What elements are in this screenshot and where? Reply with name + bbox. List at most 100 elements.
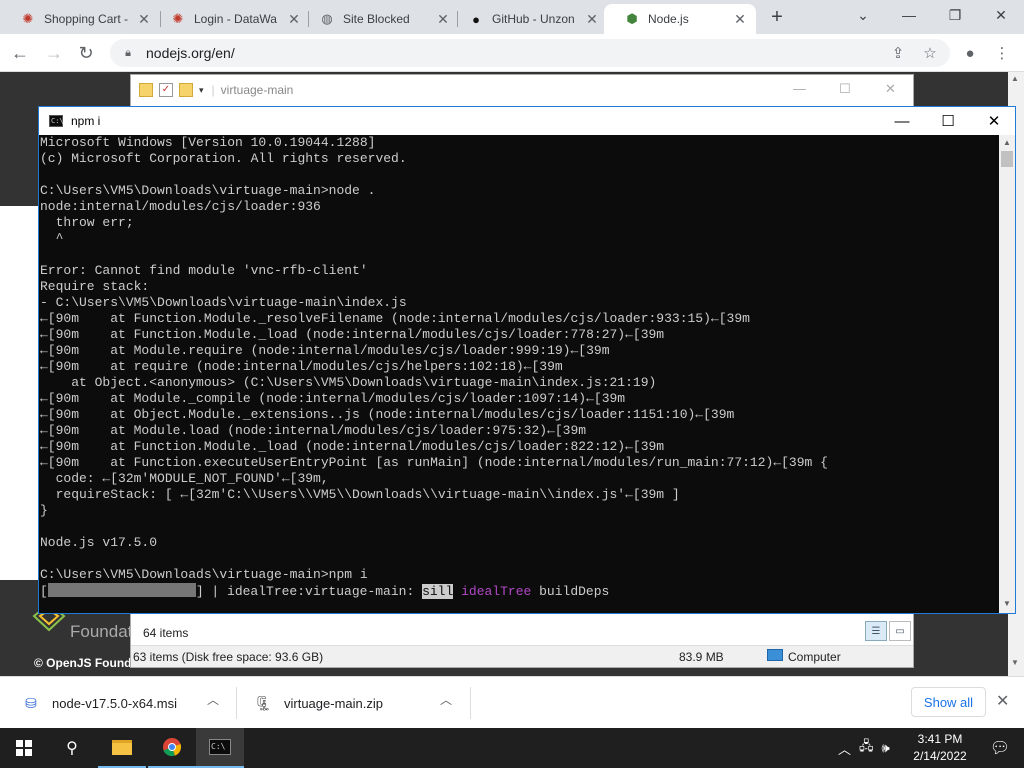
- console-line: throw err;: [40, 215, 134, 230]
- download-separator: [236, 687, 237, 719]
- console-line: ←[90m at Module.require (node:internal/m…: [40, 343, 610, 358]
- console-line: Microsoft Windows [Version 10.0.19044.12…: [40, 135, 376, 150]
- tab-github[interactable]: ● GitHub - Unzon ✕: [448, 4, 608, 34]
- progress-detail: buildDeps: [531, 584, 610, 599]
- explorer-title-bar: ✓ ▾ | virtuage-main — ☐ ✕: [131, 75, 913, 105]
- console-line: ←[90m at Object.Module._extensions..js (…: [40, 407, 735, 422]
- close-tab-icon[interactable]: ✕: [732, 11, 748, 27]
- tab-title: Login - DataWa: [194, 12, 277, 26]
- tab-title: Shopping Cart -: [44, 12, 129, 26]
- menu-kebab-icon[interactable]: ⋮: [990, 41, 1014, 65]
- explorer-close-icon[interactable]: ✕: [885, 81, 896, 97]
- volume-icon[interactable]: 🕪︎: [882, 740, 890, 756]
- start-button[interactable]: [0, 728, 48, 768]
- details-view-icon[interactable]: ☰: [865, 621, 887, 641]
- download-filename[interactable]: node-v17.5.0-x64.msi: [52, 696, 177, 711]
- cmd-icon: C:\: [49, 115, 64, 127]
- download-item-zip[interactable]: 🗜︎ virtuage-main.zip: [254, 687, 383, 719]
- browser-tab-strip: ✺ Shopping Cart - ✕ ✺ Login - DataWa ✕ ◍…: [0, 0, 1024, 34]
- large-icons-view-icon[interactable]: ▭: [889, 621, 911, 641]
- folder-icon: [139, 83, 153, 97]
- notification-icon[interactable]: 💬︎: [976, 728, 1024, 768]
- new-folder-icon[interactable]: [179, 83, 193, 97]
- footer-copyright: © OpenJS Found: [34, 656, 132, 670]
- view-buttons: ☰ ▭: [865, 621, 911, 643]
- tab-search-chevron-icon[interactable]: ⌄: [840, 0, 886, 30]
- tab-nodejs[interactable]: ⬢ Node.js ✕: [604, 4, 756, 34]
- windows-logo-icon: [16, 740, 32, 756]
- tab-login-datawa[interactable]: ✺ Login - DataWa ✕: [150, 4, 310, 34]
- chevron-up-icon[interactable]: ︿: [440, 691, 452, 708]
- console-line: (c) Microsoft Corporation. All rights re…: [40, 151, 407, 166]
- tray-chevron-up-icon[interactable]: ︿: [838, 739, 851, 758]
- system-tray: ︿ 🖧︎ 🕪︎: [838, 728, 890, 768]
- reload-icon[interactable]: ↻: [74, 41, 98, 65]
- progress-stage: idealTree: [461, 584, 532, 599]
- console-scrollbar[interactable]: ▲ ▼: [999, 135, 1015, 613]
- console-line: ←[90m at Function.Module._load (node:int…: [40, 327, 665, 342]
- console-line: code: ←[32m'MODULE_NOT_FOUND'←[39m,: [40, 471, 329, 486]
- items-count: 64 items: [143, 626, 189, 640]
- download-filename[interactable]: virtuage-main.zip: [284, 696, 383, 711]
- zip-archive-icon: 🗜︎: [254, 694, 272, 711]
- address-url[interactable]: nodejs.org/en/: [146, 45, 235, 61]
- forward-arrow-icon[interactable]: →: [42, 41, 66, 65]
- explorer-item-count: 64 items: [131, 621, 913, 645]
- console-scroll-up-icon[interactable]: ▲: [1003, 138, 1011, 147]
- disk-free-text: 63 items (Disk free space: 93.6 GB): [133, 650, 324, 664]
- console-scroll-thumb[interactable]: [1001, 151, 1013, 167]
- console-line: Require stack:: [40, 279, 150, 294]
- new-tab-button[interactable]: +: [766, 6, 788, 28]
- chevron-up-icon[interactable]: ︿: [207, 691, 219, 708]
- network-icon[interactable]: 🖧︎: [859, 737, 874, 759]
- tab-shopping-cart[interactable]: ✺ Shopping Cart - ✕: [0, 4, 160, 34]
- scroll-up-icon[interactable]: ▲: [1011, 74, 1019, 83]
- lock-icon[interactable]: 🔒︎: [120, 45, 136, 61]
- share-icon[interactable]: ⇪: [886, 41, 910, 65]
- properties-icon[interactable]: ✓: [159, 83, 173, 97]
- file-explorer-taskbar-icon[interactable]: [98, 728, 146, 768]
- console-maximize-icon[interactable]: ☐: [925, 107, 971, 135]
- back-arrow-icon[interactable]: ←: [8, 41, 32, 65]
- selection-size: 83.9 MB: [679, 650, 724, 664]
- gear-favicon-icon: ✺: [172, 11, 184, 26]
- cmd-icon: C:\: [209, 739, 231, 755]
- github-favicon-icon: ●: [472, 11, 480, 27]
- close-window-icon[interactable]: ✕: [978, 0, 1024, 30]
- console-output[interactable]: Microsoft Windows [Version 10.0.19044.12…: [39, 135, 999, 613]
- console-scroll-down-icon[interactable]: ▼: [1003, 599, 1011, 608]
- close-shelf-icon[interactable]: ✕: [996, 691, 1009, 711]
- tab-site-blocked[interactable]: ◍ Site Blocked ✕: [299, 4, 459, 34]
- tab-title: Site Blocked: [343, 12, 410, 26]
- clock-time: 3:41 PM: [917, 732, 963, 746]
- download-item-node-msi[interactable]: ⛁ node-v17.5.0-x64.msi: [22, 687, 177, 719]
- nodejs-favicon-icon: ⬢: [626, 11, 638, 26]
- explorer-title: virtuage-main: [220, 83, 294, 97]
- console-line: ←[90m at Function.Module._load (node:int…: [40, 439, 665, 454]
- explorer-minimize-icon[interactable]: —: [793, 81, 806, 96]
- bookmark-star-icon[interactable]: ☆: [918, 41, 942, 65]
- search-icon[interactable]: ⚲: [48, 728, 96, 768]
- console-line: at Object.<anonymous> (C:\Users\VM5\Down…: [40, 375, 657, 390]
- taskbar-clock[interactable]: 3:41 PM 2/14/2022: [898, 731, 982, 765]
- console-line: C:\Users\VM5\Downloads\virtuage-main>npm…: [40, 567, 368, 582]
- restore-icon[interactable]: ❐: [932, 0, 978, 30]
- close-tab-icon[interactable]: ✕: [584, 11, 600, 27]
- npm-progress-line: [] | idealTree:virtuage-main: sill ideal…: [40, 583, 999, 599]
- msi-installer-icon: ⛁: [25, 694, 37, 711]
- profile-avatar-icon[interactable]: ●: [958, 41, 982, 65]
- windows-taskbar: ⚲ C:\ ︿ 🖧︎ 🕪︎ 3:41 PM 2/14/2022 💬︎: [0, 728, 1024, 768]
- minimize-icon[interactable]: —: [886, 0, 932, 30]
- explorer-maximize-icon[interactable]: ☐: [839, 81, 851, 97]
- console-close-icon[interactable]: ✕: [971, 107, 1017, 135]
- console-line: }: [40, 503, 48, 518]
- scroll-down-icon[interactable]: ▼: [1011, 658, 1019, 667]
- progress-status: ] | idealTree:virtuage-main:: [195, 584, 423, 599]
- chrome-taskbar-icon[interactable]: [148, 728, 196, 768]
- console-minimize-icon[interactable]: —: [879, 107, 925, 135]
- quick-access-dropdown-icon[interactable]: ▾: [199, 85, 204, 96]
- show-all-button[interactable]: Show all: [911, 687, 986, 717]
- cmd-taskbar-icon[interactable]: C:\: [196, 728, 244, 768]
- address-bar[interactable]: 🔒︎ nodejs.org/en/: [110, 39, 950, 67]
